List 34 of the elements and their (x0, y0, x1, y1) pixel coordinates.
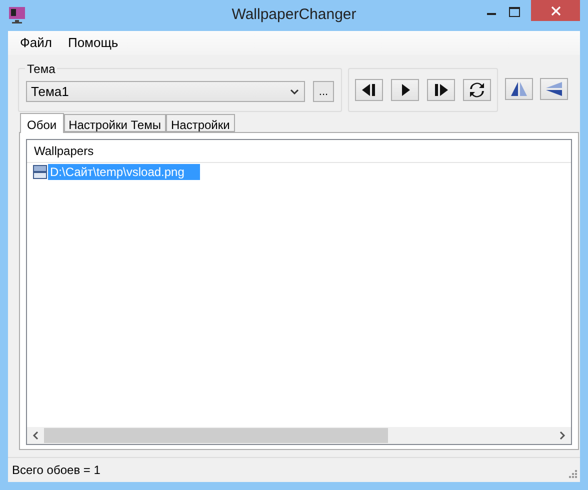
dropdown-value: Тема1 (31, 82, 69, 101)
minimize-icon[interactable] (487, 13, 496, 16)
close-icon (550, 6, 560, 16)
tab[interactable]: Настройки Темы (64, 114, 166, 132)
scroll-left-icon[interactable] (32, 431, 39, 440)
menu-item[interactable]: Помощь (60, 33, 126, 53)
scroll-right-icon[interactable] (559, 431, 566, 440)
next-button[interactable] (427, 79, 455, 101)
status-text: Всего обоев = 1 (12, 462, 100, 479)
browse-button[interactable]: ... (313, 81, 334, 102)
mirror-horizontal-button[interactable] (505, 78, 533, 100)
theme-dropdown[interactable]: Тема1 (26, 81, 305, 102)
play-button[interactable] (391, 79, 419, 101)
png-file-icon (32, 164, 48, 180)
refresh-button[interactable] (463, 79, 491, 101)
chevron-icon (290, 88, 299, 94)
flip-icon (545, 81, 563, 97)
mirror-vertical-button[interactable] (540, 78, 568, 100)
window-title: WallpaperChanger (232, 5, 356, 26)
scrollbar-thumb[interactable] (44, 428, 388, 443)
previous-icon (360, 81, 378, 99)
resize-grip-icon[interactable] (568, 469, 577, 478)
tab[interactable]: Обои (20, 113, 64, 133)
column-header[interactable]: Wallpapers (27, 140, 571, 163)
maximize-icon[interactable] (509, 7, 520, 17)
horizontal-scrollbar[interactable] (27, 427, 571, 444)
tab[interactable]: Настройки (166, 114, 235, 132)
app-icon (8, 6, 26, 24)
close-button[interactable] (531, 0, 580, 21)
menu-item[interactable]: Файл (12, 33, 60, 53)
refresh-icon (468, 81, 486, 99)
previous-button[interactable] (355, 79, 383, 101)
next-icon (432, 81, 450, 99)
mirror-icon (510, 81, 528, 97)
